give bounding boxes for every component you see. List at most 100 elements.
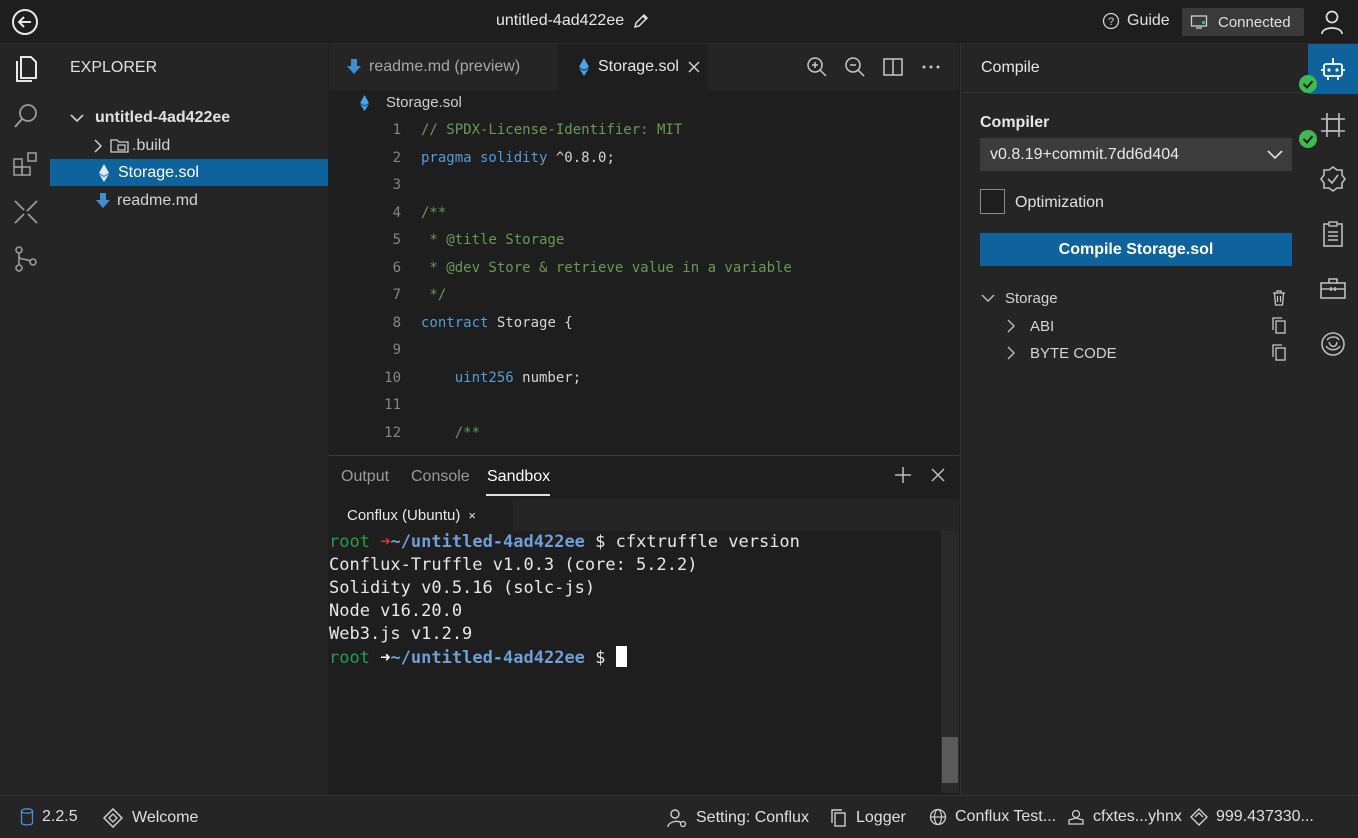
code-text: */ xyxy=(421,281,446,309)
split-editor-icon[interactable] xyxy=(881,55,905,79)
output-label: ABI xyxy=(1030,317,1055,335)
monitor-icon xyxy=(1190,15,1208,29)
contract-row-storage[interactable]: Storage xyxy=(979,286,1291,310)
prompt-user: root xyxy=(329,648,370,668)
deploy-icon[interactable] xyxy=(11,197,41,227)
code-text: uint256 number; xyxy=(421,364,581,392)
add-terminal-icon[interactable] xyxy=(893,465,913,485)
user-icon[interactable] xyxy=(1318,8,1346,36)
tree-item-label: readme.md xyxy=(117,191,198,209)
ethereum-icon xyxy=(99,163,109,182)
code-text: * @dev Store & retrieve value in a varia… xyxy=(421,254,791,282)
zoom-in-icon[interactable] xyxy=(805,55,829,79)
output-row-bytecode[interactable]: BYTE CODE xyxy=(1005,341,1291,365)
code-text: pragma solidity ^0.8.0; xyxy=(421,144,615,172)
clipboard-icon[interactable] xyxy=(1318,219,1348,249)
tree-item-build[interactable]: .build xyxy=(50,132,328,159)
verified-badge-icon[interactable] xyxy=(1318,164,1348,194)
version-indicator[interactable]: 2.2.5 xyxy=(20,808,78,826)
tab-output[interactable]: Output xyxy=(341,468,389,486)
divider xyxy=(961,92,1309,93)
guide-button[interactable]: ? Guide xyxy=(1102,12,1170,30)
source-control-icon[interactable] xyxy=(11,244,41,274)
chevron-right-icon xyxy=(1007,319,1015,333)
terminal-output-line: Node v16.20.0 xyxy=(329,601,463,621)
ethereum-icon xyxy=(579,58,589,76)
terminal-tab-close[interactable]: × xyxy=(468,508,476,523)
line-number: 1 xyxy=(392,122,401,138)
terminal-output-line: Web3.js v1.2.9 xyxy=(329,624,473,644)
toolbox-icon[interactable] xyxy=(1318,274,1348,304)
terminal[interactable]: root ➜~/untitled-4ad422ee $ cfxtruffle v… xyxy=(329,531,941,793)
optimization-checkbox[interactable] xyxy=(980,189,1005,214)
compiler-version-select[interactable]: v0.8.19+commit.7dd6d404 xyxy=(980,138,1292,171)
tab-console[interactable]: Console xyxy=(411,468,470,486)
back-arrow-icon[interactable] xyxy=(11,8,39,36)
output-label: BYTE CODE xyxy=(1030,344,1117,362)
files-icon[interactable] xyxy=(11,54,41,84)
version-label: 2.2.5 xyxy=(42,808,78,825)
balance-label: 999.437330... xyxy=(1216,808,1314,825)
balance-item[interactable]: 999.437330... xyxy=(1190,808,1314,826)
tree-item-storage-sol[interactable]: Storage.sol xyxy=(50,159,328,186)
account-item[interactable]: cfxtes...yhnx xyxy=(1067,808,1182,826)
tab-readme-preview[interactable]: readme.md (preview) xyxy=(329,44,557,90)
robot-icon[interactable] xyxy=(1318,54,1348,84)
setting-item[interactable]: Setting: Conflux xyxy=(666,808,809,828)
welcome-item[interactable]: Welcome xyxy=(102,808,198,828)
chevron-down-icon xyxy=(1267,150,1283,160)
welcome-label: Welcome xyxy=(132,809,199,826)
check-badge-icon xyxy=(1299,130,1317,148)
help-icon: ? xyxy=(1102,12,1120,30)
ai-assistant-icon[interactable] xyxy=(1318,329,1348,359)
code-token: // SPDX-License-Identifier: MIT xyxy=(421,122,683,138)
code-token: */ xyxy=(421,287,447,303)
terminal-scrollbar[interactable] xyxy=(941,531,959,793)
logger-item[interactable]: Logger xyxy=(830,808,906,828)
code-line: 11 xyxy=(329,391,959,419)
connected-button[interactable]: Connected xyxy=(1182,8,1304,36)
compile-button[interactable]: Compile Storage.sol xyxy=(980,233,1292,266)
code-line: 7 */ xyxy=(329,281,959,309)
copy-icon[interactable] xyxy=(1271,344,1287,362)
close-icon[interactable] xyxy=(687,60,701,74)
code-line: 1 // SPDX-License-Identifier: MIT xyxy=(329,116,959,144)
connected-label: Connected xyxy=(1218,13,1291,31)
line-number: 4 xyxy=(392,204,401,221)
tab-storage-sol[interactable]: Storage.sol xyxy=(558,44,708,90)
tree-item-readme[interactable]: readme.md xyxy=(50,187,328,214)
compile-title: Compile xyxy=(981,59,1040,76)
zoom-out-icon[interactable] xyxy=(843,55,867,79)
code-line: 4 /** xyxy=(329,199,959,227)
account-icon xyxy=(1068,809,1084,825)
terminal-cursor xyxy=(615,646,627,667)
right-activity-bar xyxy=(1299,44,1358,795)
editor-tabs: readme.md (preview) Storage.sol xyxy=(329,44,959,90)
pencil-icon[interactable] xyxy=(632,12,650,30)
trash-icon[interactable] xyxy=(1271,289,1287,307)
breadcrumb: Storage.sol xyxy=(359,94,462,111)
extensions-icon[interactable] xyxy=(11,149,41,179)
terminal-prompt-line: root ➜~/untitled-4ad422ee $ xyxy=(329,646,627,669)
copy-icon[interactable] xyxy=(1271,317,1287,335)
setting-label: Setting: Conflux xyxy=(696,809,809,826)
markdown-icon xyxy=(347,59,361,74)
tab-label: Storage.sol xyxy=(598,58,679,75)
code-token: /** xyxy=(421,424,481,441)
active-tab-indicator xyxy=(486,494,550,496)
network-item[interactable]: Conflux Test... xyxy=(929,808,1056,826)
project-folder-row[interactable]: untitled-4ad422ee xyxy=(50,104,328,131)
terminal-tab[interactable]: Conflux (Ubuntu) × xyxy=(329,499,513,531)
frame-icon[interactable] xyxy=(1318,110,1348,140)
project-folder-label: untitled-4ad422ee xyxy=(95,108,231,126)
folder-icon xyxy=(110,138,129,153)
more-icon[interactable] xyxy=(919,55,943,79)
database-icon xyxy=(20,808,34,826)
output-row-abi[interactable]: ABI xyxy=(1005,314,1291,338)
search-icon[interactable] xyxy=(11,101,41,131)
network-label: Conflux Test... xyxy=(955,808,1057,825)
close-panel-icon[interactable] xyxy=(929,466,947,484)
scrollbar-thumb[interactable] xyxy=(942,737,958,783)
compile-panel: Compile Compiler v0.8.19+commit.7dd6d404… xyxy=(960,44,1309,795)
tab-sandbox[interactable]: Sandbox xyxy=(487,468,550,486)
